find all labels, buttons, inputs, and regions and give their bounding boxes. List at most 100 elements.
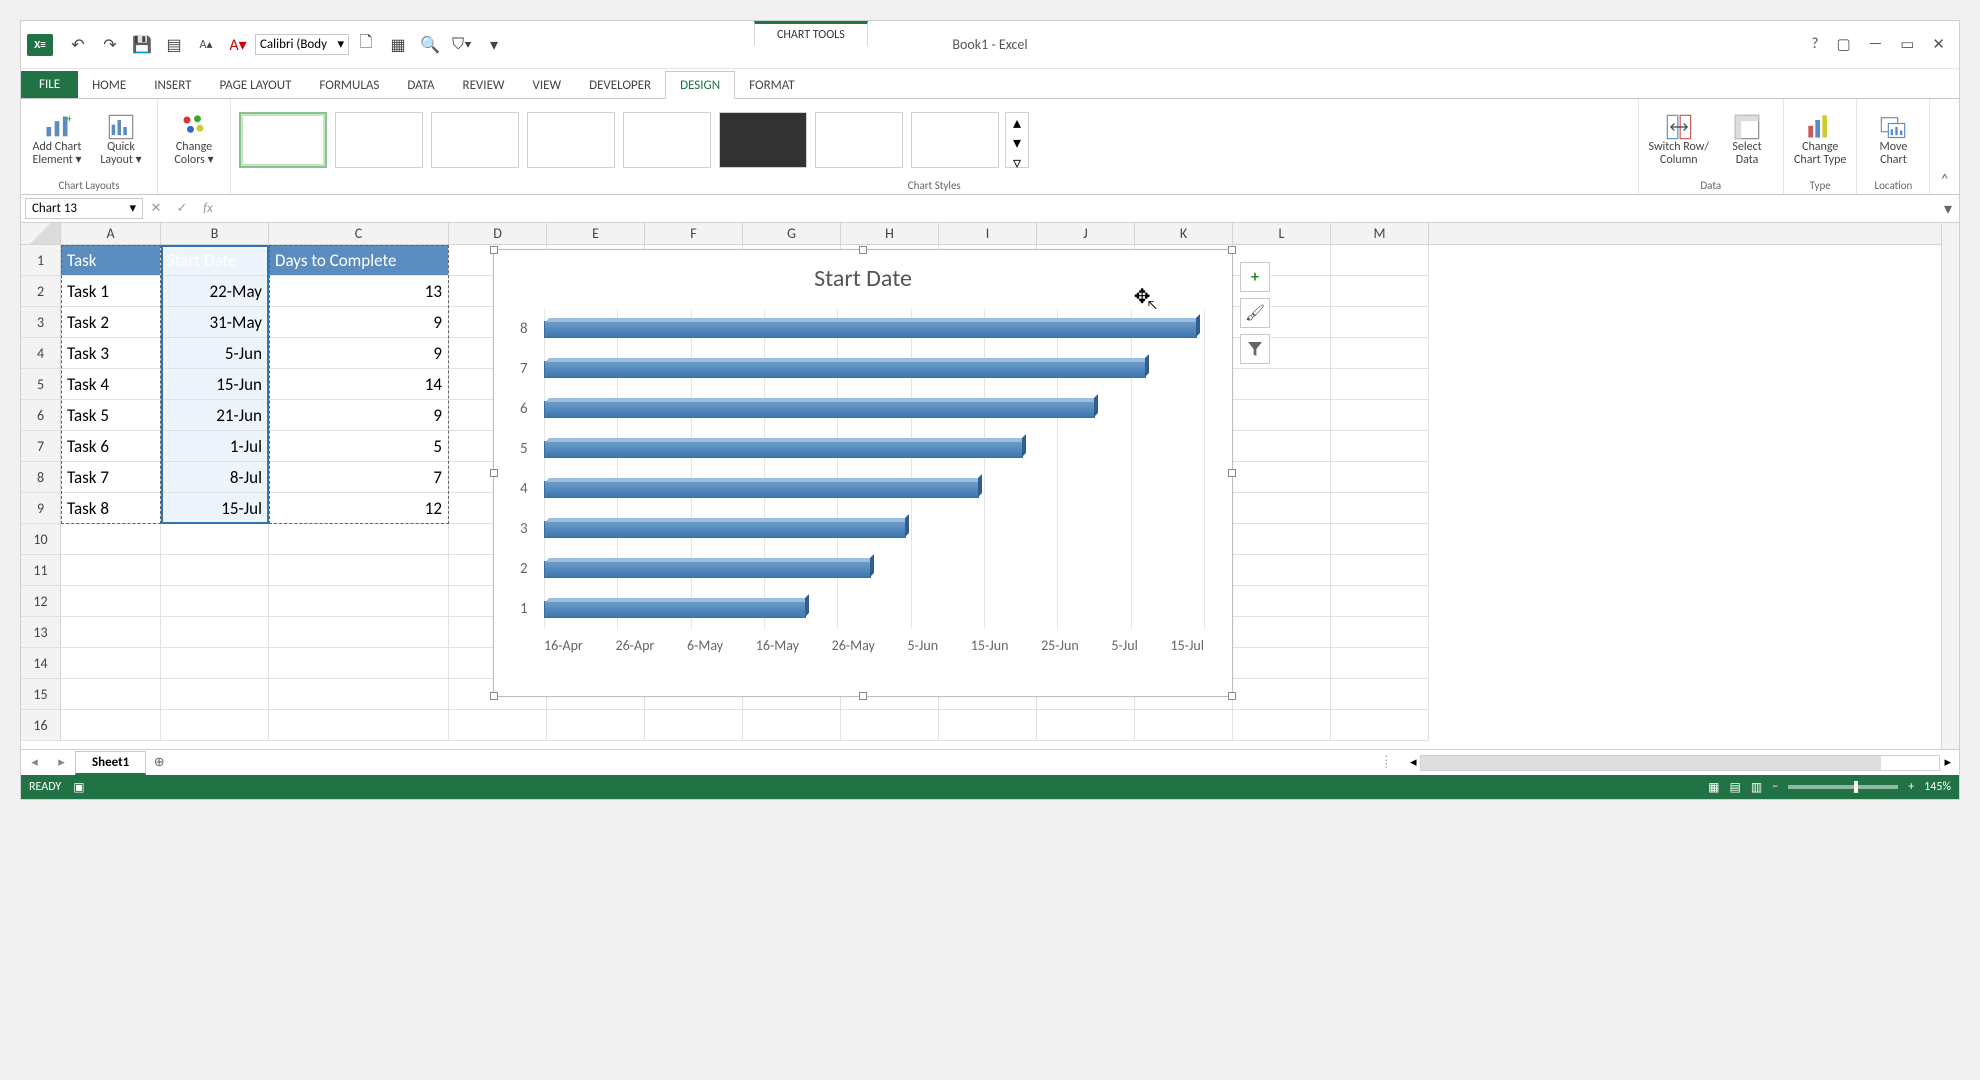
column-header-D[interactable]: D — [449, 223, 547, 244]
row-header-7[interactable]: 7 — [21, 431, 61, 462]
cell-A5[interactable]: Task 4 — [61, 369, 161, 400]
vertical-scrollbar[interactable] — [1941, 223, 1959, 749]
view-page-break-button[interactable]: ▥ — [1751, 780, 1762, 795]
chart-bar-8[interactable] — [544, 321, 1197, 338]
cell-D16[interactable] — [449, 710, 547, 741]
ribbon-tab-home[interactable]: HOME — [78, 72, 140, 98]
cell-L15[interactable] — [1233, 679, 1331, 710]
cell-E16[interactable] — [547, 710, 645, 741]
hscroll-left[interactable]: ◂ — [1406, 755, 1421, 770]
cell-M13[interactable] — [1331, 617, 1429, 648]
cell-L6[interactable] — [1233, 400, 1331, 431]
new-sheet-button[interactable]: ⊕ — [146, 755, 172, 770]
font-picker[interactable]: Calibri (Body▾ — [255, 34, 349, 55]
qat-extra-1[interactable]: 🗋 — [351, 30, 381, 60]
row-header-11[interactable]: 11 — [21, 555, 61, 586]
row-header-15[interactable]: 15 — [21, 679, 61, 710]
chart-title[interactable]: Start Date — [494, 250, 1232, 301]
cell-L8[interactable] — [1233, 462, 1331, 493]
cell-C2[interactable]: 13 — [269, 276, 449, 307]
cell-B10[interactable] — [161, 524, 269, 555]
qat-filter[interactable]: ⛉▾ — [447, 30, 477, 60]
font-grow-button[interactable]: A▴ — [191, 30, 221, 60]
row-header-12[interactable]: 12 — [21, 586, 61, 617]
ribbon-tab-design[interactable]: DESIGN — [665, 71, 735, 99]
cell-L16[interactable] — [1233, 710, 1331, 741]
cell-C6[interactable]: 9 — [269, 400, 449, 431]
ribbon-tab-insert[interactable]: INSERT — [140, 72, 205, 98]
chart-resize-handle[interactable] — [490, 469, 498, 477]
view-normal-button[interactable]: ▦ — [1708, 780, 1719, 795]
quick-layout-button[interactable]: Quick Layout ▾ — [91, 111, 151, 169]
chart-style-4[interactable] — [527, 112, 615, 168]
cell-A13[interactable] — [61, 617, 161, 648]
zoom-in-button[interactable]: + — [1908, 780, 1914, 794]
embedded-chart[interactable]: Start Date 87654321 16-Apr26-Apr6-May16-… — [493, 249, 1233, 697]
cell-H16[interactable] — [841, 710, 939, 741]
cell-M10[interactable] — [1331, 524, 1429, 555]
cell-B16[interactable] — [161, 710, 269, 741]
redo-button[interactable]: ↷ — [95, 30, 125, 60]
cell-M12[interactable] — [1331, 586, 1429, 617]
ribbon-tab-review[interactable]: REVIEW — [449, 72, 519, 98]
cell-C8[interactable]: 7 — [269, 462, 449, 493]
close-button[interactable]: ✕ — [1932, 35, 1945, 54]
undo-button[interactable]: ↶ — [63, 30, 93, 60]
select-all-corner[interactable] — [21, 223, 61, 244]
column-header-A[interactable]: A — [61, 223, 161, 244]
cell-A2[interactable]: Task 1 — [61, 276, 161, 307]
chart-resize-handle[interactable] — [1228, 692, 1236, 700]
cell-F16[interactable] — [645, 710, 743, 741]
column-header-I[interactable]: I — [939, 223, 1037, 244]
chart-style-1[interactable] — [239, 112, 327, 168]
cell-M15[interactable] — [1331, 679, 1429, 710]
minimize-button[interactable]: — — [1869, 35, 1883, 54]
move-chart-button[interactable]: Move Chart — [1863, 111, 1923, 169]
cell-L13[interactable] — [1233, 617, 1331, 648]
cell-M1[interactable] — [1331, 245, 1429, 276]
cell-C9[interactable]: 12 — [269, 493, 449, 524]
chart-bar-1[interactable] — [544, 601, 806, 618]
column-header-K[interactable]: K — [1135, 223, 1233, 244]
cell-M9[interactable] — [1331, 493, 1429, 524]
chart-bar-6[interactable] — [544, 401, 1095, 418]
cell-A3[interactable]: Task 2 — [61, 307, 161, 338]
switch-row-column-button[interactable]: Switch Row/ Column — [1645, 111, 1713, 169]
cell-L14[interactable] — [1233, 648, 1331, 679]
cell-A15[interactable] — [61, 679, 161, 710]
chart-resize-handle[interactable] — [1228, 469, 1236, 477]
cell-M5[interactable] — [1331, 369, 1429, 400]
column-header-B[interactable]: B — [161, 223, 269, 244]
chart-styles-button[interactable]: 🖌 — [1240, 298, 1270, 328]
column-header-L[interactable]: L — [1233, 223, 1331, 244]
cell-A4[interactable]: Task 3 — [61, 338, 161, 369]
chart-style-8[interactable] — [911, 112, 999, 168]
cell-B13[interactable] — [161, 617, 269, 648]
chart-resize-handle[interactable] — [490, 692, 498, 700]
row-header-8[interactable]: 8 — [21, 462, 61, 493]
cell-B9[interactable]: 15-Jul — [161, 493, 269, 524]
cell-C11[interactable] — [269, 555, 449, 586]
chart-resize-handle[interactable] — [859, 246, 867, 254]
collapse-ribbon-button[interactable]: ˄ — [1930, 167, 1959, 194]
row-header-10[interactable]: 10 — [21, 524, 61, 555]
cell-C14[interactable] — [269, 648, 449, 679]
hscroll-right[interactable]: ▸ — [1940, 755, 1955, 770]
column-header-G[interactable]: G — [743, 223, 841, 244]
cell-M2[interactable] — [1331, 276, 1429, 307]
chart-resize-handle[interactable] — [1228, 246, 1236, 254]
horizontal-scrollbar[interactable] — [1420, 755, 1940, 771]
cell-B2[interactable]: 22-May — [161, 276, 269, 307]
cell-B7[interactable]: 1-Jul — [161, 431, 269, 462]
ribbon-tab-format[interactable]: FORMAT — [735, 72, 808, 98]
chart-resize-handle[interactable] — [490, 246, 498, 254]
change-colors-button[interactable]: Change Colors ▾ — [164, 111, 224, 169]
ribbon-display-options[interactable]: ▢ — [1836, 35, 1850, 54]
name-box[interactable]: Chart 13▾ — [25, 198, 143, 219]
cell-M7[interactable] — [1331, 431, 1429, 462]
cell-A11[interactable] — [61, 555, 161, 586]
add-chart-element-button[interactable]: + Add Chart Element ▾ — [27, 111, 87, 169]
cell-C10[interactable] — [269, 524, 449, 555]
cell-C15[interactable] — [269, 679, 449, 710]
cell-B1[interactable]: Start Date — [161, 245, 269, 276]
